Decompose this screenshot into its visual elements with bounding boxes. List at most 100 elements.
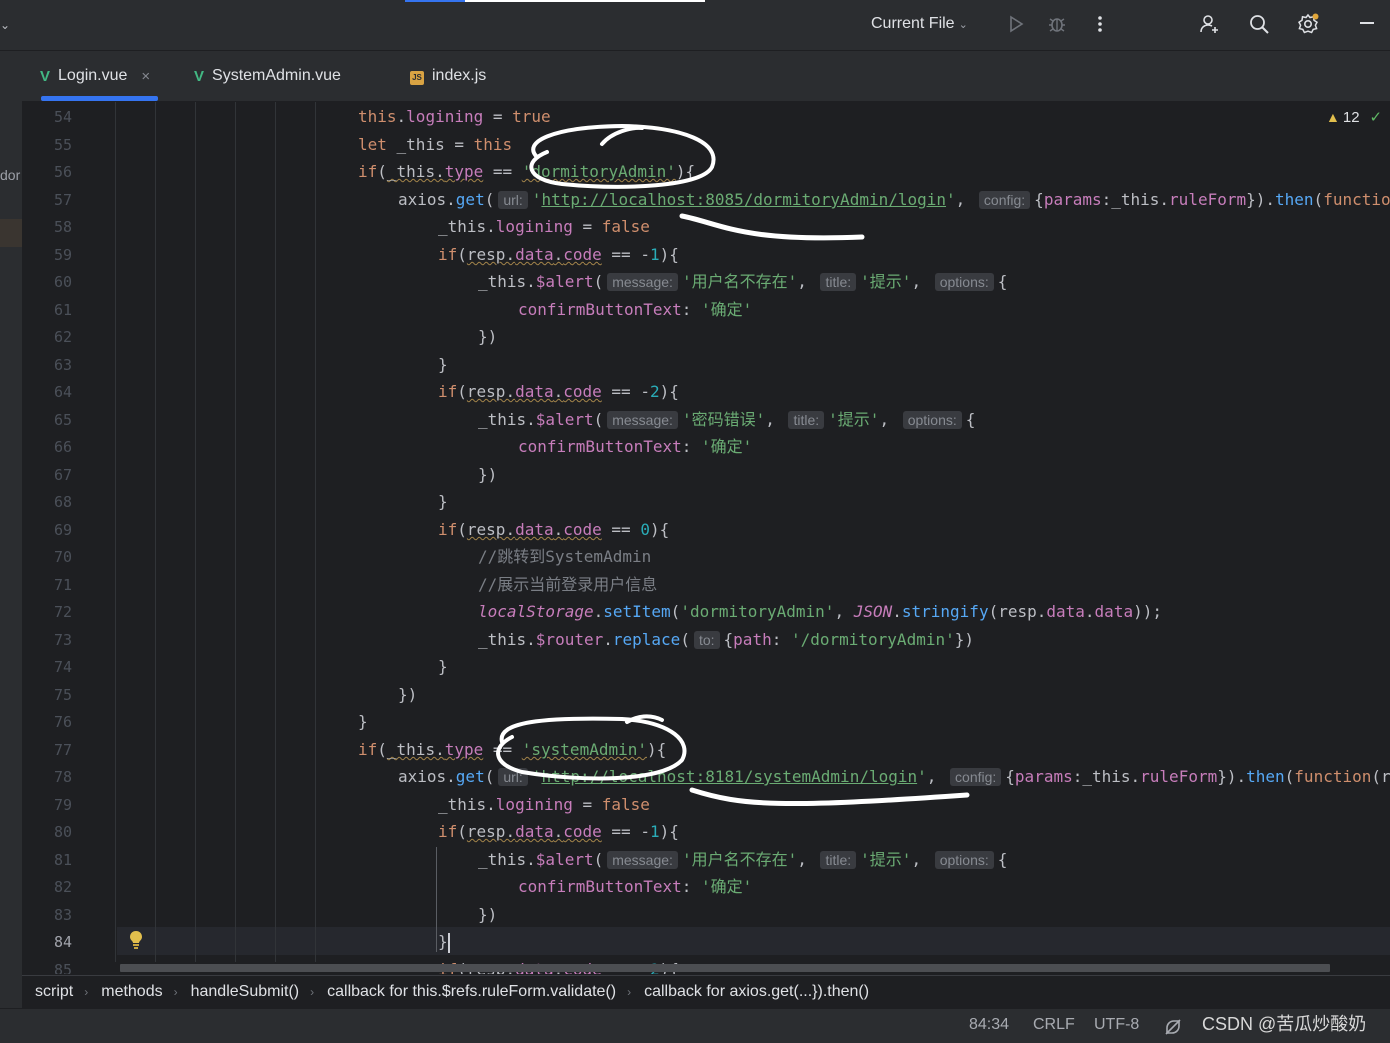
more-vertical-icon[interactable] [1088, 12, 1112, 36]
line-number[interactable]: 85 [22, 961, 72, 975]
breadcrumb-item[interactable]: callback for this.$refs.ruleForm.validat… [327, 983, 616, 1001]
js-icon: JS [410, 67, 424, 85]
warning-count: 12 [1342, 108, 1360, 126]
debug-icon[interactable] [1045, 12, 1069, 36]
line-number[interactable]: 57 [22, 191, 72, 209]
run-icon[interactable] [1004, 12, 1028, 36]
param-hint: options: [902, 411, 962, 429]
inspection-widget[interactable]: ▲ 12 ✓ [1326, 108, 1383, 127]
code-line: } [438, 657, 448, 676]
chevron-right-icon: › [627, 985, 632, 999]
breadcrumb-item[interactable]: methods [101, 983, 162, 1001]
url-link[interactable]: http://localhost:8085/dormitoryAdmin/log… [541, 190, 946, 209]
line-number[interactable]: 70 [22, 548, 72, 566]
run-configuration-selector[interactable]: Current File ⌄ [871, 15, 968, 33]
string-literal: 'systemAdmin' [521, 740, 647, 759]
code-line: } [438, 355, 448, 374]
code-line: let _this = this [358, 135, 513, 154]
watermark: CSDN @苦瓜炒酸奶 [1202, 1014, 1367, 1034]
breadcrumb-item[interactable]: callback for axios.get(...}).then() [644, 983, 869, 1001]
minimize-icon[interactable] [1360, 22, 1374, 24]
line-number[interactable]: 79 [22, 796, 72, 814]
add-user-icon[interactable] [1197, 12, 1221, 36]
line-number[interactable]: 67 [22, 466, 72, 484]
code-line: axios.get(url:'http://localhost:8181/sys… [398, 767, 1390, 786]
caret-position[interactable]: 84:34 [969, 1016, 1009, 1034]
selected-tree-row [0, 219, 22, 247]
file-encoding[interactable]: UTF-8 [1094, 1016, 1139, 1034]
handwritten-annotations [496, 123, 970, 806]
checkmark-icon: ✓ [1369, 109, 1383, 126]
power-save-icon[interactable] [1164, 1018, 1182, 1036]
code-line: } [438, 932, 450, 953]
string-literal: '/dormitoryAdmin' [790, 630, 955, 649]
param-hint: message: [607, 411, 678, 429]
line-number[interactable]: 81 [22, 851, 72, 869]
vue-icon: V [40, 67, 51, 85]
chevron-down-icon[interactable]: ⌄ [0, 18, 10, 32]
line-number[interactable]: 80 [22, 823, 72, 841]
indent-guide [275, 102, 276, 962]
line-number[interactable]: 65 [22, 411, 72, 429]
param-hint: message: [607, 273, 678, 291]
line-number[interactable]: 74 [22, 658, 72, 676]
code-editor[interactable]: 54 55 56 57 58 59 60 61 62 63 64 65 66 67 68 69 70 71 72 73… [22, 102, 1390, 974]
line-number[interactable]: 76 [22, 713, 72, 731]
line-ending[interactable]: CRLF [1033, 1016, 1075, 1034]
line-number[interactable]: 75 [22, 686, 72, 704]
param-hint: options: [934, 273, 994, 291]
code-line: if(resp.data.code == -1){ [438, 822, 679, 841]
param-hint: url: [498, 768, 528, 786]
string-literal: 'dormitoryAdmin' [680, 602, 835, 621]
tab-label: index.js [432, 67, 487, 84]
string-literal: '确定' [701, 437, 753, 456]
settings-icon[interactable] [1296, 12, 1320, 36]
tab-systemadmin-vue[interactable]: V SystemAdmin.vue [194, 51, 341, 101]
code-line: _this.$alert(message: '密码错误', title: '提示',… [478, 410, 976, 429]
line-number[interactable]: 58 [22, 218, 72, 236]
line-number[interactable]: 73 [22, 631, 72, 649]
line-number[interactable]: 59 [22, 246, 72, 264]
status-bar: 84:34 CRLF UTF-8 [0, 1008, 1390, 1043]
project-tree-fragment[interactable]: dor [0, 167, 20, 183]
line-number[interactable]: 72 [22, 603, 72, 621]
param-hint: message: [607, 851, 678, 869]
horizontal-scrollbar[interactable] [120, 964, 1330, 972]
chevron-down-icon: ⌄ [958, 19, 968, 31]
line-number[interactable]: 78 [22, 768, 72, 786]
editor-tabs: V Login.vue × V SystemAdmin.vue JS index… [22, 51, 1390, 102]
line-number[interactable]: 54 [22, 108, 72, 126]
search-icon[interactable] [1247, 12, 1271, 36]
code-line: } [358, 712, 368, 731]
breadcrumb-item[interactable]: handleSubmit() [191, 983, 300, 1001]
tab-label: Login.vue [58, 67, 128, 84]
lightbulb-icon[interactable] [128, 930, 144, 950]
close-icon[interactable]: × [141, 68, 150, 85]
string-literal: '用户名不存在' [681, 850, 798, 869]
code-line: _this.logining = false [438, 217, 650, 236]
line-number[interactable]: 69 [22, 521, 72, 539]
line-number[interactable]: 83 [22, 906, 72, 924]
param-hint: config: [950, 768, 1002, 786]
line-number[interactable]: 64 [22, 383, 72, 401]
tab-index-js[interactable]: JS index.js [410, 51, 486, 101]
code-line: }) [478, 905, 498, 924]
line-number[interactable]: 71 [22, 576, 72, 594]
code-line: if(resp.data.code == -2){ [438, 382, 679, 401]
line-number[interactable]: 55 [22, 136, 72, 154]
line-number[interactable]: 60 [22, 273, 72, 291]
line-number[interactable]: 62 [22, 328, 72, 346]
line-number[interactable]: 82 [22, 878, 72, 896]
progress-indicator [405, 0, 465, 2]
tab-login-vue[interactable]: V Login.vue × [40, 51, 159, 101]
line-number[interactable]: 56 [22, 163, 72, 181]
line-number[interactable]: 77 [22, 741, 72, 759]
code-line: if(resp.data.code == 0){ [438, 520, 670, 539]
url-link[interactable]: http://localhost:8181/systemAdmin/login [541, 767, 917, 786]
line-number[interactable]: 84 [22, 933, 72, 951]
line-number[interactable]: 61 [22, 301, 72, 319]
line-number[interactable]: 63 [22, 356, 72, 374]
line-number[interactable]: 66 [22, 438, 72, 456]
breadcrumb-item[interactable]: script [35, 983, 73, 1001]
line-number[interactable]: 68 [22, 493, 72, 511]
